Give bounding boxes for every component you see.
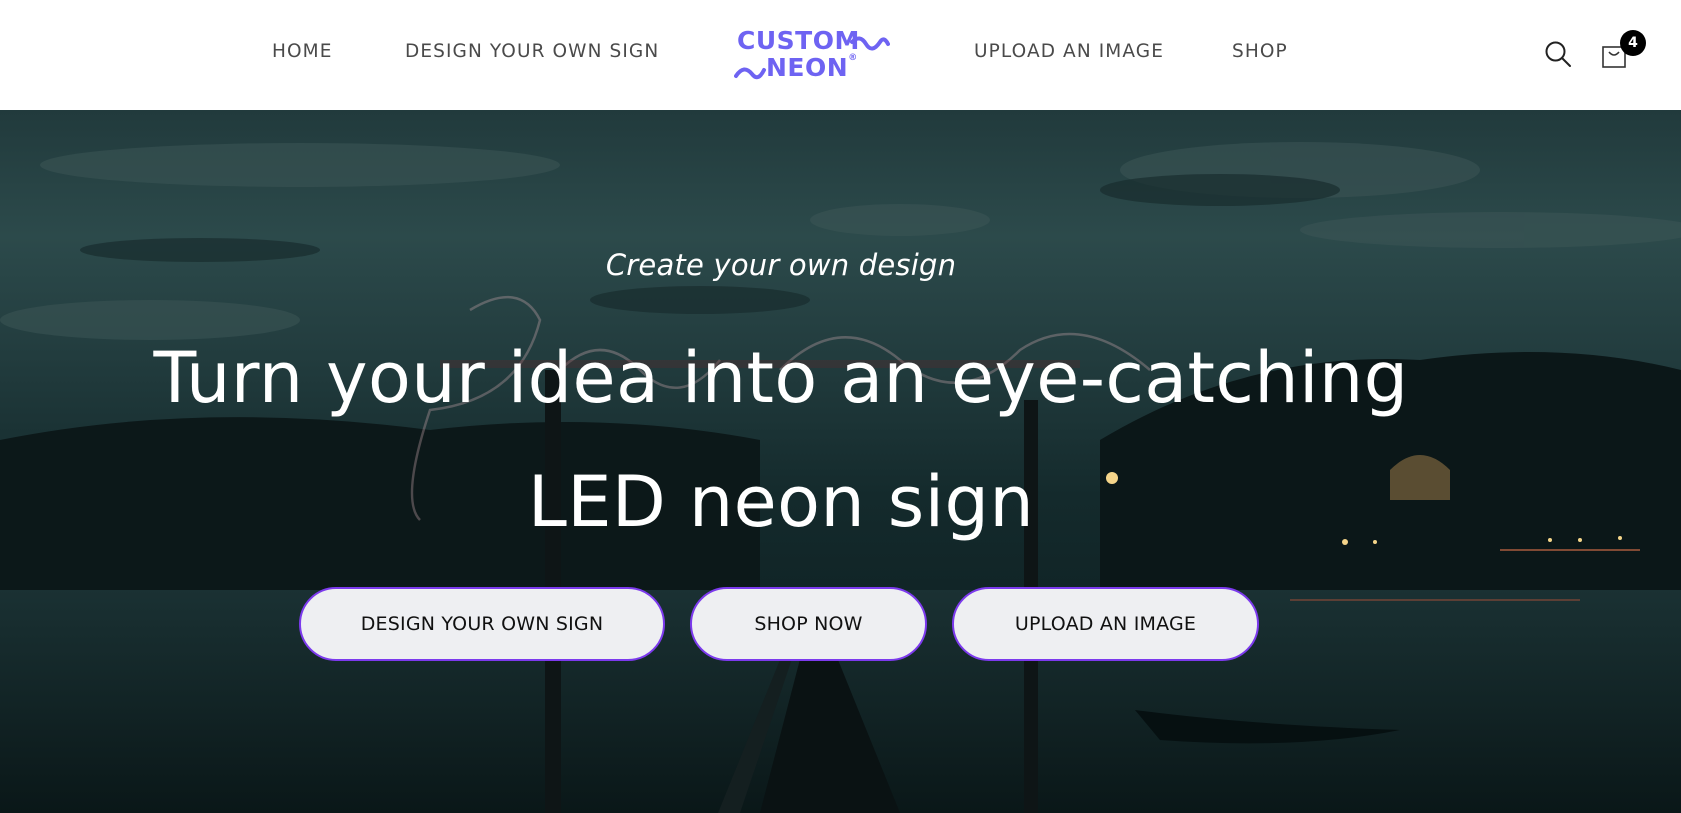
search-icon[interactable] xyxy=(1544,40,1572,73)
hero-kicker: Create your own design xyxy=(605,248,957,282)
logo-line-custom: CUSTOM xyxy=(737,26,860,55)
logo[interactable]: CUSTOM NEON® xyxy=(734,24,890,84)
hero-title-line-1: Turn your idea into an eye-catching xyxy=(153,337,1409,419)
logo-line-neon: NEON® xyxy=(766,53,858,82)
hero-section: Create your own design Turn your idea in… xyxy=(0,110,1681,813)
hero-title-line-2: LED neon sign xyxy=(527,461,1035,543)
upload-an-image-button[interactable]: UPLOAD AN IMAGE xyxy=(952,587,1259,661)
design-your-own-sign-button[interactable]: DESIGN YOUR OWN SIGN xyxy=(299,587,665,661)
registered-mark: ® xyxy=(848,53,858,63)
nav-home[interactable]: HOME xyxy=(272,41,333,62)
nav-design-your-own-sign[interactable]: DESIGN YOUR OWN SIGN xyxy=(405,41,659,62)
nav-upload-an-image[interactable]: UPLOAD AN IMAGE xyxy=(974,41,1164,62)
shop-now-button[interactable]: SHOP NOW xyxy=(690,587,927,661)
nav-shop[interactable]: SHOP xyxy=(1232,41,1288,62)
site-header: HOME DESIGN YOUR OWN SIGN CUSTOM NEON® U… xyxy=(0,0,1681,110)
cart-count-badge: 4 xyxy=(1620,30,1646,56)
hero-title: Turn your idea into an eye-catching LED … xyxy=(80,316,1482,564)
logo-line-neon-text: NEON xyxy=(766,53,849,82)
